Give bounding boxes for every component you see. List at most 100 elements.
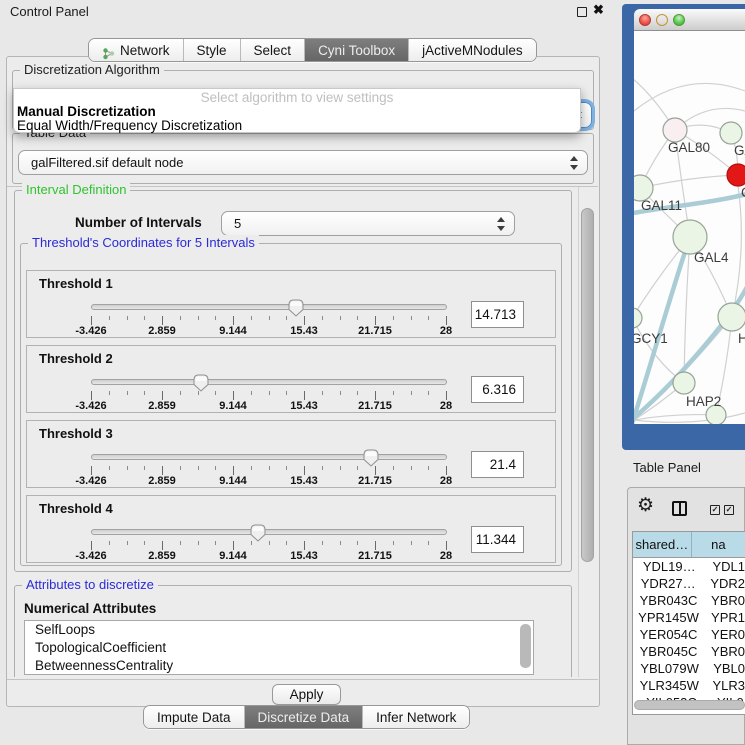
tick-label: 2.859 <box>148 550 176 562</box>
tick-label: 2.859 <box>148 400 176 412</box>
network-window-titlebar[interactable] <box>634 9 745 31</box>
table-row[interactable]: YDR27…YDR2 <box>633 575 745 592</box>
column-layout-icon[interactable] <box>672 501 687 516</box>
network-node-hap2[interactable] <box>673 372 695 394</box>
list-scrollbar-thumb[interactable] <box>520 624 531 668</box>
network-graph[interactable]: GAL80GACGAL11GAL4GCY1HHAP2 <box>634 31 745 424</box>
slider-thumb[interactable] <box>288 299 304 317</box>
minor-tick <box>340 316 341 320</box>
table-row[interactable]: YER054CYER0 <box>633 626 745 643</box>
network-node-ga[interactable] <box>720 122 742 144</box>
divider <box>7 679 598 680</box>
minor-tick <box>322 541 323 545</box>
zoom-traffic-light-icon[interactable] <box>673 14 685 26</box>
column-header-shared-name[interactable]: shared… <box>633 532 692 557</box>
slider-thumb[interactable] <box>363 449 379 467</box>
threshold-value-field[interactable]: 14.713 <box>471 301 524 328</box>
numerical-attributes-label: Numerical Attributes <box>24 601 156 616</box>
attribute-item-topologicalcoefficient[interactable]: TopologicalCoefficient <box>25 639 533 657</box>
network-edge <box>634 415 716 420</box>
algorithm-option-manual[interactable]: Manual Discretization <box>17 104 156 119</box>
threshold-label: Threshold 4 <box>39 501 113 516</box>
tick-label: 9.144 <box>219 400 247 412</box>
gear-icon[interactable]: ⚙ <box>637 496 654 516</box>
algorithm-option-equal-width[interactable]: Equal Width/Frequency Discretization <box>17 118 242 133</box>
column-header-name[interactable]: na <box>692 532 745 557</box>
slider-track[interactable] <box>91 304 447 310</box>
major-tick <box>162 541 163 550</box>
tick-label: 2.859 <box>148 325 176 337</box>
slider-track[interactable] <box>91 379 447 385</box>
threshold-value-field[interactable]: 11.344 <box>471 526 524 553</box>
float-window-icon[interactable] <box>577 7 587 17</box>
close-traffic-light-icon[interactable] <box>639 14 651 26</box>
slider-track[interactable] <box>91 454 447 460</box>
panel-scrollbar-track[interactable] <box>578 187 596 677</box>
slider-track[interactable] <box>91 529 447 535</box>
major-tick <box>304 391 305 400</box>
panel-scrollbar-thumb[interactable] <box>581 208 594 562</box>
network-node-gal80[interactable] <box>663 118 687 142</box>
checkbox-icon[interactable]: ✓ <box>710 505 720 515</box>
major-tick <box>446 541 447 550</box>
tab-discretize-data[interactable]: Discretize Data <box>245 706 364 728</box>
threshold-value-field[interactable]: 6.316 <box>471 376 524 403</box>
network-node-gcy1[interactable] <box>634 308 642 328</box>
table-row[interactable]: YBR045CYBR0 <box>633 643 745 660</box>
minor-tick <box>428 316 429 320</box>
table-row[interactable]: YBR043CYBR0 <box>633 592 745 609</box>
minor-tick <box>322 391 323 395</box>
table-row[interactable]: YBL079WYBL0 <box>633 660 745 677</box>
apply-button[interactable]: Apply <box>272 684 341 705</box>
minor-tick <box>180 391 181 395</box>
major-tick <box>91 541 92 550</box>
table-row[interactable]: YDL19…YDL1 <box>633 558 745 575</box>
cell-name: YDR2 <box>703 575 745 592</box>
cyni-mode-tab-bar: Impute DataDiscretize DataInfer Network <box>143 705 470 729</box>
checkbox-icon[interactable]: ✓ <box>724 505 734 515</box>
node-attribute-table[interactable]: shared… na YDL19…YDL1YDR27…YDR2YBR043CYB… <box>632 531 745 715</box>
major-tick <box>162 316 163 325</box>
node-label: HAP2 <box>686 394 721 409</box>
tab-infer-network[interactable]: Infer Network <box>363 706 469 728</box>
numerical-attributes-list[interactable]: SelfLoopsTopologicalCoefficientBetweenne… <box>24 620 534 675</box>
network-node-gal4[interactable] <box>673 220 707 254</box>
tab-style[interactable]: Style <box>184 39 241 61</box>
minimize-traffic-light-icon[interactable] <box>656 14 668 26</box>
tab-cyni-toolbox[interactable]: Cyni Toolbox <box>305 39 409 61</box>
slider-thumb[interactable] <box>193 374 209 392</box>
minor-tick <box>251 316 252 320</box>
number-of-intervals-combo[interactable]: 5 <box>221 211 515 236</box>
table-data-combo[interactable]: galFiltered.sif default node <box>18 150 588 175</box>
table-row[interactable]: YLR345WYLR3 <box>633 677 745 694</box>
network-node-c[interactable] <box>727 164 745 186</box>
tab-label: Style <box>197 39 227 62</box>
tab-impute-data[interactable]: Impute Data <box>144 706 245 728</box>
tick-label: 15.43 <box>290 550 318 562</box>
major-tick <box>304 316 305 325</box>
minor-tick <box>109 316 110 320</box>
cell-name: YPR1 <box>704 609 745 626</box>
threshold-value-field[interactable]: 21.4 <box>471 451 524 478</box>
slider-thumb[interactable] <box>250 524 266 542</box>
tick-label: 21.715 <box>358 550 392 562</box>
table-row[interactable]: YPR145WYPR1 <box>633 609 745 626</box>
tick-label: -3.426 <box>75 550 106 562</box>
tab-select[interactable]: Select <box>241 39 306 61</box>
horizontal-scrollbar-thumb[interactable] <box>634 700 745 710</box>
tick-label: 15.43 <box>290 475 318 487</box>
minor-tick <box>411 316 412 320</box>
tab-jactivemnodules[interactable]: jActiveMNodules <box>409 39 536 61</box>
minor-tick <box>198 466 199 470</box>
network-canvas[interactable]: GAL80GACGAL11GAL4GCY1HHAP2 <box>634 31 745 424</box>
minor-tick <box>286 541 287 545</box>
network-node-h[interactable] <box>718 303 745 331</box>
control-panel-title: Control Panel <box>10 4 89 19</box>
major-tick <box>304 541 305 550</box>
major-tick <box>304 466 305 475</box>
attribute-item-betweennesscentrality[interactable]: BetweennessCentrality <box>25 657 533 675</box>
tab-network[interactable]: Network <box>89 39 184 61</box>
close-icon[interactable]: ✖ <box>593 2 604 18</box>
attribute-item-selfloops[interactable]: SelfLoops <box>25 621 533 639</box>
network-view-window[interactable]: GAL80GACGAL11GAL4GCY1HHAP2 <box>622 4 745 450</box>
